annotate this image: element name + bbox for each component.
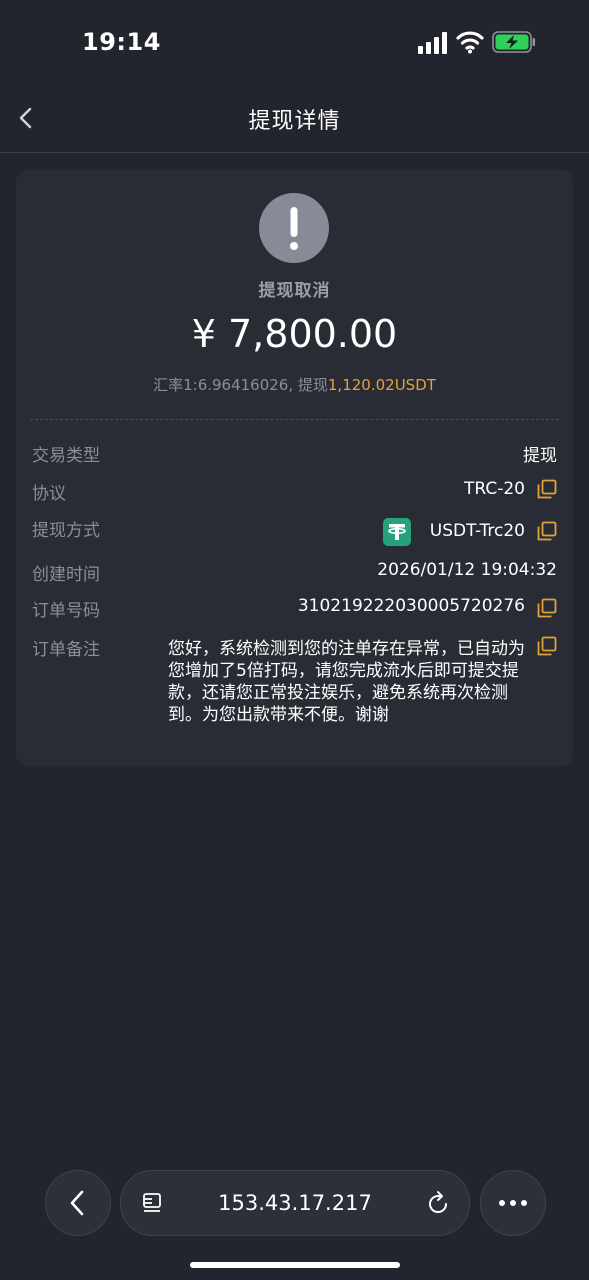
status-icons (418, 30, 538, 58)
more-button[interactable] (480, 1170, 546, 1236)
copy-protocol-icon[interactable] (537, 479, 557, 499)
order-value: 310219222030005720276 (297, 596, 525, 616)
exchange-rate-line: 汇率1:6.96416026, 提现1,120.02USDT (16, 374, 573, 395)
copy-order-icon[interactable] (537, 598, 557, 618)
amount: ¥ 7,800.00 (191, 312, 398, 356)
time-value: 2026/01/12 19:04:32 (377, 560, 557, 580)
exchange-rate-text: 汇率1:6.96416026, 提现 (153, 376, 328, 394)
status-bar: 19:14 (0, 0, 589, 84)
address-bar[interactable]: 153.43.17.217 (120, 1170, 470, 1236)
home-indicator (190, 1262, 400, 1268)
browser-back-button[interactable] (45, 1170, 111, 1236)
signal-icon (418, 32, 447, 54)
protocol-label: 协议 (32, 484, 66, 504)
more-icon (499, 1200, 527, 1206)
dashed-divider (30, 419, 559, 420)
copy-method-icon[interactable] (537, 521, 557, 541)
copy-note-icon[interactable] (537, 636, 557, 656)
status-text: 提现取消 (258, 281, 331, 301)
note-value: 您好，系统检测到您的注单存在异常，已自动为您增加了5倍打码，请您完成流水后即可提… (168, 639, 525, 725)
usdt-amount: 1,120.02USDT (327, 376, 436, 394)
tether-icon (383, 518, 411, 546)
method-label: 提现方式 (32, 521, 100, 541)
browser-toolbar: 153.43.17.217 (0, 1150, 589, 1280)
alert-icon (259, 193, 329, 263)
wifi-icon (456, 31, 484, 54)
nav-bar: 提现详情 (0, 84, 589, 153)
withdrawal-card: 提现取消 ¥ 7,800.00 汇率1:6.96416026, 提现1,120.… (16, 170, 573, 766)
reload-icon[interactable] (425, 1189, 451, 1217)
url-text: 153.43.17.217 (218, 1191, 372, 1215)
status-time: 19:14 (82, 28, 161, 56)
type-label: 交易类型 (32, 446, 100, 466)
battery-icon (492, 31, 535, 53)
time-label: 创建时间 (32, 565, 100, 585)
note-label: 订单备注 (32, 640, 100, 660)
page-title: 提现详情 (248, 109, 341, 134)
withdrawal-detail-screen: 19:14 提现详情 提现取消 ¥ 7,800.00 汇率1:6.9641602… (0, 0, 589, 1280)
type-value: 提现 (523, 446, 557, 466)
chevron-left-icon (70, 1190, 84, 1216)
method-value: USDT-Trc20 (429, 521, 525, 541)
order-label: 订单号码 (32, 601, 100, 621)
protocol-value: TRC-20 (464, 479, 525, 499)
